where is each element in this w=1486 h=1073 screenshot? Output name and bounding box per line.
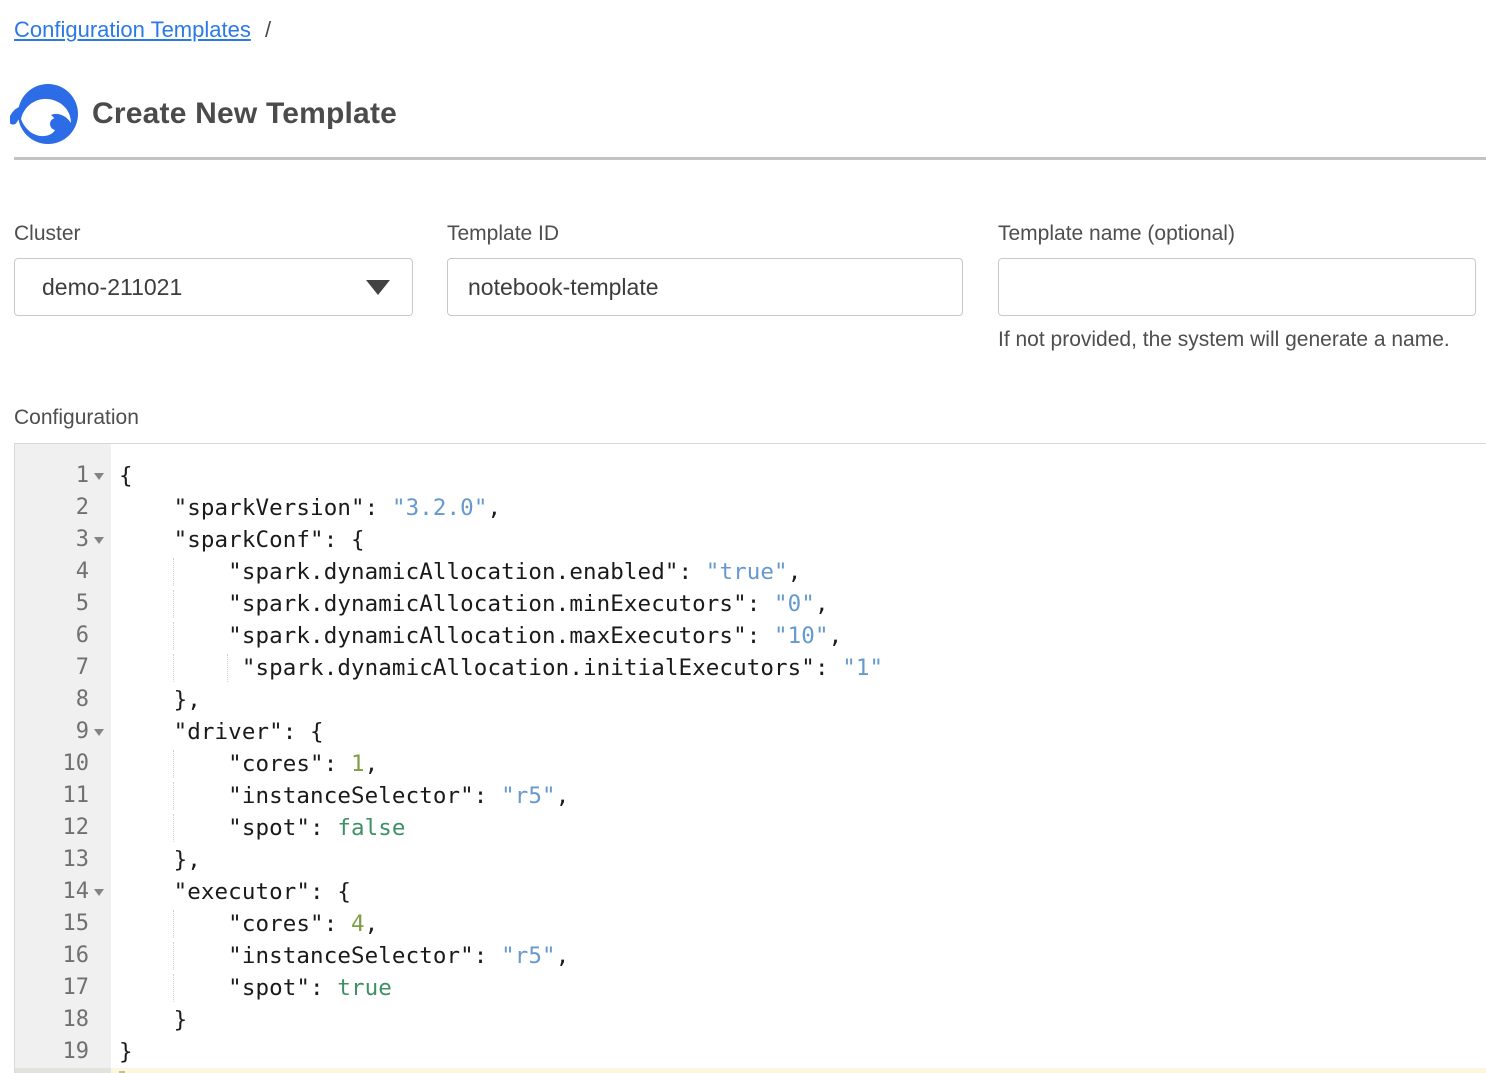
cluster-field: Cluster demo-211021: [14, 220, 413, 316]
fold-slot: [89, 492, 109, 524]
fold-slot: [89, 684, 109, 716]
fold-slot: [89, 556, 109, 588]
editor-line-number: 1: [15, 460, 111, 492]
fold-slot: [89, 1036, 109, 1068]
editor-line[interactable]: "spot": true: [111, 972, 1486, 1004]
fold-slot: [89, 972, 109, 1004]
template-name-field: Template name (optional) If not provided…: [998, 220, 1476, 353]
editor-line[interactable]: "executor": {: [111, 876, 1486, 908]
cluster-select-value: demo-211021: [42, 274, 182, 301]
editor-line-number: 8: [15, 684, 111, 716]
editor-line-number: 3: [15, 524, 111, 556]
template-name-input[interactable]: [998, 258, 1476, 316]
fold-slot: [89, 908, 109, 940]
editor-line[interactable]: "spot": false: [111, 812, 1486, 844]
fold-arrow-icon[interactable]: [89, 524, 109, 556]
fold-slot: [89, 844, 109, 876]
editor-line-number: 11: [15, 780, 111, 812]
editor-line[interactable]: "sparkConf": {: [111, 524, 1486, 556]
editor-line[interactable]: }: [111, 1004, 1486, 1036]
breadcrumb-separator: /: [265, 17, 271, 42]
editor-line-number: 10: [15, 748, 111, 780]
editor-line[interactable]: },: [111, 844, 1486, 876]
ocean-wave-logo-icon: [10, 82, 78, 146]
template-name-label: Template name (optional): [998, 220, 1476, 247]
editor-line-number: 18: [15, 1004, 111, 1036]
editor-line[interactable]: },: [111, 684, 1486, 716]
template-id-label: Template ID: [447, 220, 963, 247]
template-id-input[interactable]: [447, 258, 963, 316]
editor-line[interactable]: }: [111, 1036, 1486, 1068]
fold-arrow-icon[interactable]: [89, 460, 109, 492]
page-title: Create New Template: [92, 97, 397, 131]
fold-slot: [89, 620, 109, 652]
editor-line[interactable]: "spark.dynamicAllocation.minExecutors": …: [111, 588, 1486, 620]
fold-slot: [89, 812, 109, 844]
editor-line-number: 2: [15, 492, 111, 524]
editor-line[interactable]: "sparkVersion": "3.2.0",: [111, 492, 1486, 524]
create-template-page: Configuration Templates / Create New Tem…: [0, 16, 1486, 1073]
editor-line-number: 6: [15, 620, 111, 652]
breadcrumb-link-configuration-templates[interactable]: Configuration Templates: [14, 17, 251, 42]
editor-line-number: 17: [15, 972, 111, 1004]
template-form: Cluster demo-211021 Template ID Template…: [14, 220, 1486, 353]
editor-line[interactable]: "instanceSelector": "r5",: [111, 940, 1486, 972]
caret-down-icon: [366, 280, 390, 295]
editor-line[interactable]: "spark.dynamicAllocation.enabled": "true…: [111, 556, 1486, 588]
editor-line-number: 20: [15, 1068, 111, 1073]
configuration-editor[interactable]: 1234567891011121314151617181920 { "spark…: [14, 443, 1486, 1073]
cluster-select[interactable]: demo-211021: [14, 258, 413, 316]
editor-line-number: 14: [15, 876, 111, 908]
fold-slot: [89, 940, 109, 972]
editor-line[interactable]: "driver": {: [111, 716, 1486, 748]
template-id-field: Template ID: [447, 220, 963, 316]
editor-code-area[interactable]: { "sparkVersion": "3.2.0", "sparkConf": …: [111, 444, 1486, 1073]
editor-line-number: 5: [15, 588, 111, 620]
cluster-label: Cluster: [14, 220, 413, 247]
editor-line[interactable]: {: [111, 460, 1486, 492]
fold-slot: [89, 588, 109, 620]
page-header: Create New Template: [10, 82, 1486, 146]
editor-line-number: 12: [15, 812, 111, 844]
editor-line-number: 7: [15, 652, 111, 684]
editor-line[interactable]: "spark.dynamicAllocation.initialExecutor…: [111, 652, 1486, 684]
fold-arrow-icon[interactable]: [89, 876, 109, 908]
fold-slot: [89, 652, 109, 684]
editor-line[interactable]: "cores": 1,: [111, 748, 1486, 780]
fold-slot: [89, 748, 109, 780]
editor-line-number: 9: [15, 716, 111, 748]
fold-slot: [89, 780, 109, 812]
editor-line-number: 4: [15, 556, 111, 588]
editor-line-number: 19: [15, 1036, 111, 1068]
editor-gutter: 1234567891011121314151617181920: [15, 444, 111, 1073]
editor-line[interactable]: "instanceSelector": "r5",: [111, 780, 1486, 812]
fold-slot: [89, 1004, 109, 1036]
breadcrumb: Configuration Templates /: [14, 16, 1486, 44]
template-name-helper: If not provided, the system will generat…: [998, 327, 1476, 353]
configuration-label: Configuration: [14, 404, 1486, 431]
header-divider: [14, 157, 1486, 160]
editor-line-number: 16: [15, 940, 111, 972]
editor-line-number: 15: [15, 908, 111, 940]
editor-line-number: 13: [15, 844, 111, 876]
editor-line[interactable]: "spark.dynamicAllocation.maxExecutors": …: [111, 620, 1486, 652]
editor-line[interactable]: [111, 1068, 1486, 1073]
fold-slot: [89, 1068, 109, 1073]
fold-arrow-icon[interactable]: [89, 716, 109, 748]
editor-line[interactable]: "cores": 4,: [111, 908, 1486, 940]
